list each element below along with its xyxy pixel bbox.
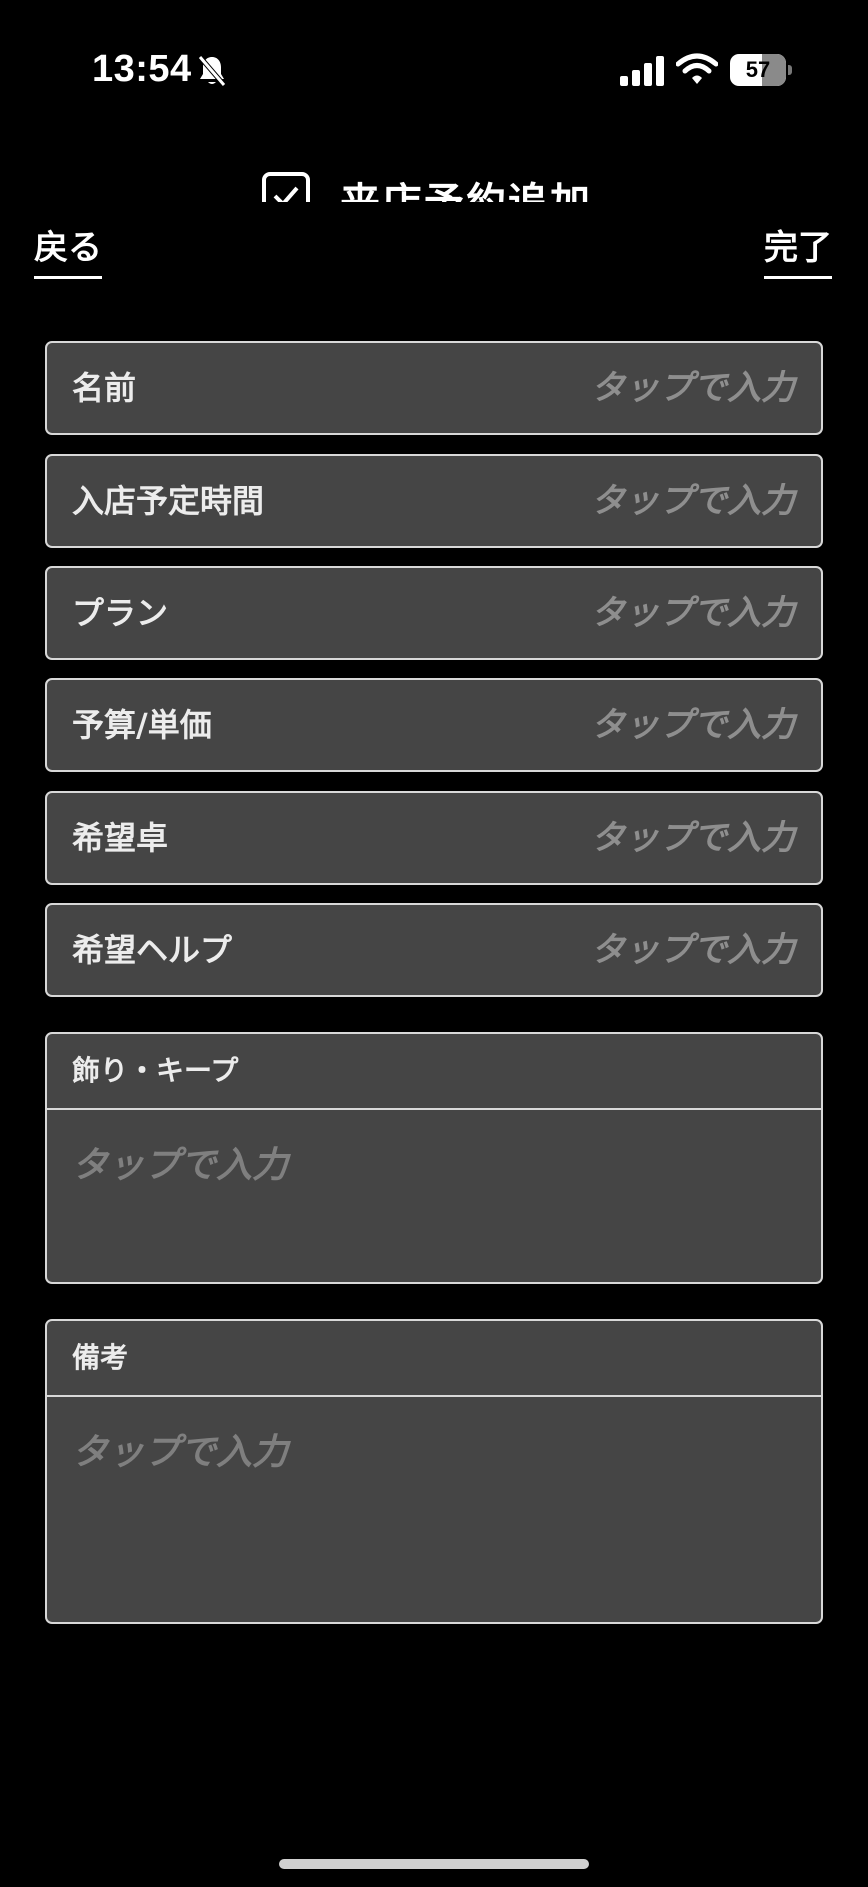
field-name[interactable]: 名前 タップで入力 — [45, 341, 823, 435]
block-label: 飾り・キープ — [72, 1054, 239, 1087]
field-label: 希望ヘルプ — [72, 931, 233, 969]
checkbox-icon — [262, 172, 310, 202]
field-plan[interactable]: プラン タップで入力 — [45, 566, 823, 660]
field-placeholder[interactable]: タップで入力 — [591, 905, 795, 995]
wifi-icon — [675, 52, 719, 86]
field-placeholder[interactable]: タップで入力 — [591, 343, 795, 433]
block-header: 飾り・キープ — [47, 1034, 821, 1110]
title-area: 来店予約追加 — [0, 160, 868, 202]
field-placeholder[interactable]: タップで入力 — [591, 456, 795, 546]
battery-icon: 57 — [730, 54, 792, 86]
bell-slash-icon — [196, 54, 228, 88]
page-title: 来店予約追加 — [340, 170, 592, 202]
notes-textarea[interactable]: タップで入力 — [47, 1397, 821, 1475]
cellular-signal-icon — [620, 56, 664, 86]
done-button[interactable]: 完了 — [764, 228, 832, 279]
back-button[interactable]: 戻る — [34, 228, 102, 279]
field-placeholder[interactable]: タップで入力 — [591, 793, 795, 883]
field-label: 入店予定時間 — [72, 482, 265, 520]
field-placeholder[interactable]: タップで入力 — [591, 568, 795, 658]
notes-block: 備考 タップで入力 — [45, 1319, 823, 1624]
field-preferred-help[interactable]: 希望ヘルプ タップで入力 — [45, 903, 823, 997]
block-header: 備考 — [47, 1321, 821, 1397]
field-label: 予算/単価 — [72, 706, 212, 744]
status-time: 13:54 — [92, 48, 192, 90]
block-label: 備考 — [72, 1341, 129, 1374]
status-bar: 13:54 57 — [0, 0, 868, 140]
field-label: 希望卓 — [72, 819, 169, 857]
field-budget[interactable]: 予算/単価 タップで入力 — [45, 678, 823, 772]
field-placeholder[interactable]: タップで入力 — [591, 680, 795, 770]
battery-level: 57 — [745, 57, 771, 82]
decoration-keep-textarea[interactable]: タップで入力 — [47, 1110, 821, 1188]
field-preferred-table[interactable]: 希望卓 タップで入力 — [45, 791, 823, 885]
home-indicator[interactable] — [279, 1859, 589, 1869]
field-label: 名前 — [72, 369, 137, 407]
field-label: プラン — [72, 594, 169, 632]
field-arrival-time[interactable]: 入店予定時間 タップで入力 — [45, 454, 823, 548]
decoration-keep-block: 飾り・キープ タップで入力 — [45, 1032, 823, 1284]
